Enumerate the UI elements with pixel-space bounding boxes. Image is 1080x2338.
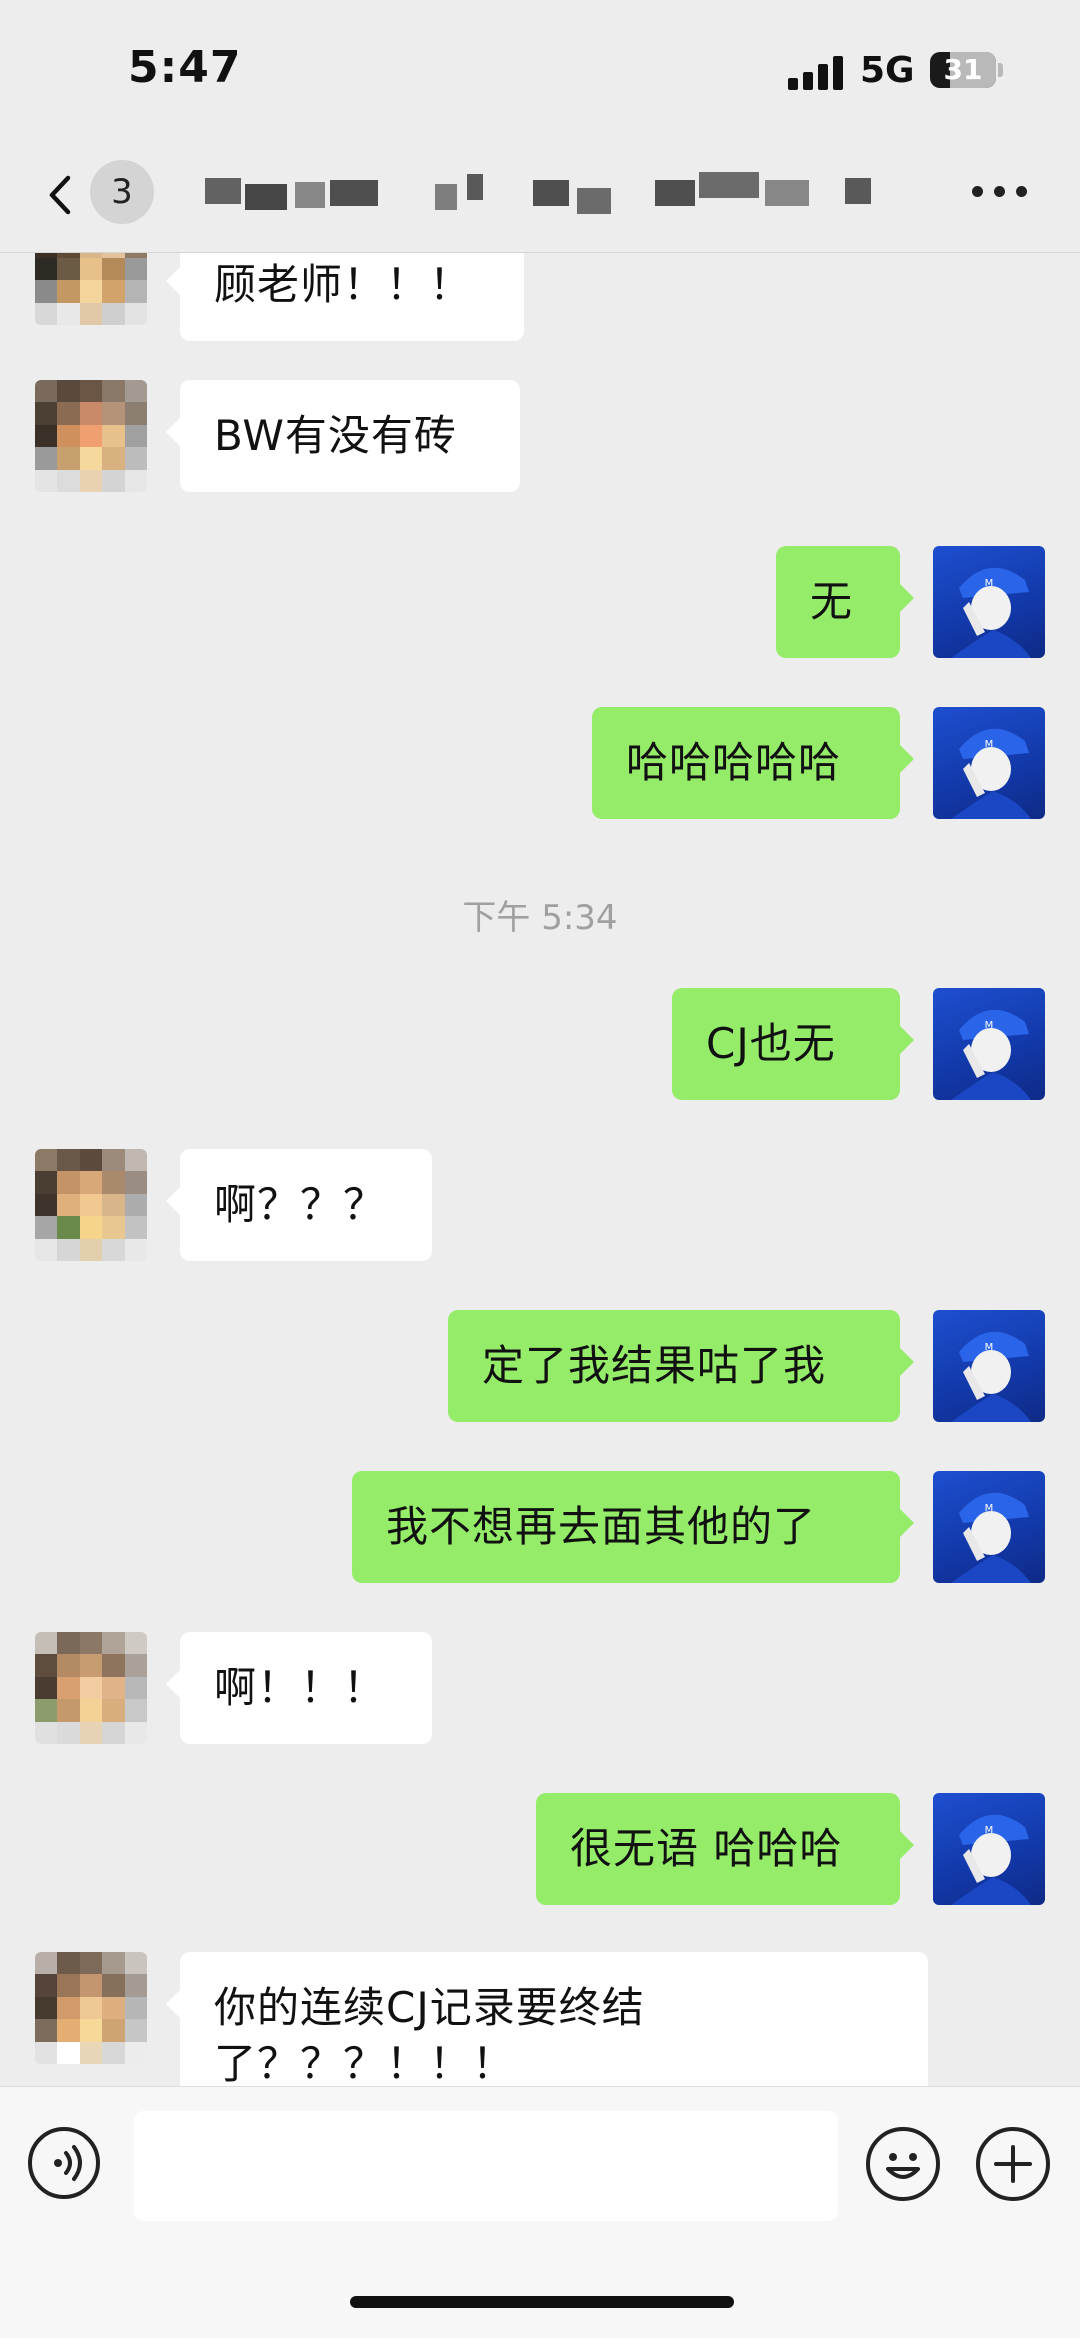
- message-bubble[interactable]: BW有没有砖: [166, 380, 520, 492]
- message-bubble[interactable]: 啊！！！: [166, 1632, 432, 1744]
- chat-timestamp: 下午 5:34: [462, 898, 618, 938]
- chat-header: 3: [0, 140, 1080, 253]
- message-list[interactable]: 顾老师！！！ BW有没有砖 无 M 哈哈哈哈哈 M 下午 5:34 CJ也无 M…: [0, 253, 1080, 2086]
- my-avatar[interactable]: M: [933, 988, 1045, 1100]
- message-bubble[interactable]: 哈哈哈哈哈: [592, 707, 914, 819]
- message-input[interactable]: [134, 2111, 838, 2221]
- message-bubble[interactable]: 无: [776, 546, 914, 658]
- battery-nub: [998, 63, 1003, 77]
- voice-icon[interactable]: [28, 2127, 100, 2199]
- my-avatar[interactable]: M: [933, 1471, 1045, 1583]
- message-bubble[interactable]: 我不想再去面其他的了: [352, 1471, 914, 1583]
- home-indicator[interactable]: [350, 2296, 734, 2308]
- battery-level: 31: [943, 53, 983, 86]
- message-bubble[interactable]: 你的连续CJ记录要终结了？？？！！！: [166, 1952, 928, 2086]
- chevron-left-icon[interactable]: [40, 170, 80, 220]
- emoji-icon[interactable]: [866, 2127, 940, 2201]
- message-bubble[interactable]: 定了我结果咕了我: [448, 1310, 914, 1422]
- status-time: 5:47: [128, 42, 242, 93]
- message-bubble[interactable]: 顾老师！！！: [166, 253, 524, 341]
- more-options-icon[interactable]: [972, 182, 1028, 202]
- battery-icon: 31: [930, 52, 996, 88]
- cellular-signal-icon: [788, 56, 846, 90]
- plus-icon[interactable]: [976, 2127, 1050, 2201]
- unread-count-badge[interactable]: 3: [90, 160, 154, 224]
- contact-avatar[interactable]: [35, 1632, 147, 1744]
- chat-title-redacted: [205, 170, 885, 220]
- contact-avatar[interactable]: [35, 253, 147, 325]
- my-avatar[interactable]: M: [933, 707, 1045, 819]
- message-bubble[interactable]: 啊？？？: [166, 1149, 432, 1261]
- contact-avatar[interactable]: [35, 1952, 147, 2064]
- contact-avatar[interactable]: [35, 1149, 147, 1261]
- network-type: 5G: [860, 50, 915, 91]
- message-bubble[interactable]: 很无语 哈哈哈: [536, 1793, 914, 1905]
- my-avatar[interactable]: M: [933, 1310, 1045, 1422]
- status-bar: 5:47 5G 31: [0, 0, 1080, 140]
- contact-avatar[interactable]: [35, 380, 147, 492]
- my-avatar[interactable]: M: [933, 1793, 1045, 1905]
- my-avatar[interactable]: M: [933, 546, 1045, 658]
- message-bubble[interactable]: CJ也无: [672, 988, 914, 1100]
